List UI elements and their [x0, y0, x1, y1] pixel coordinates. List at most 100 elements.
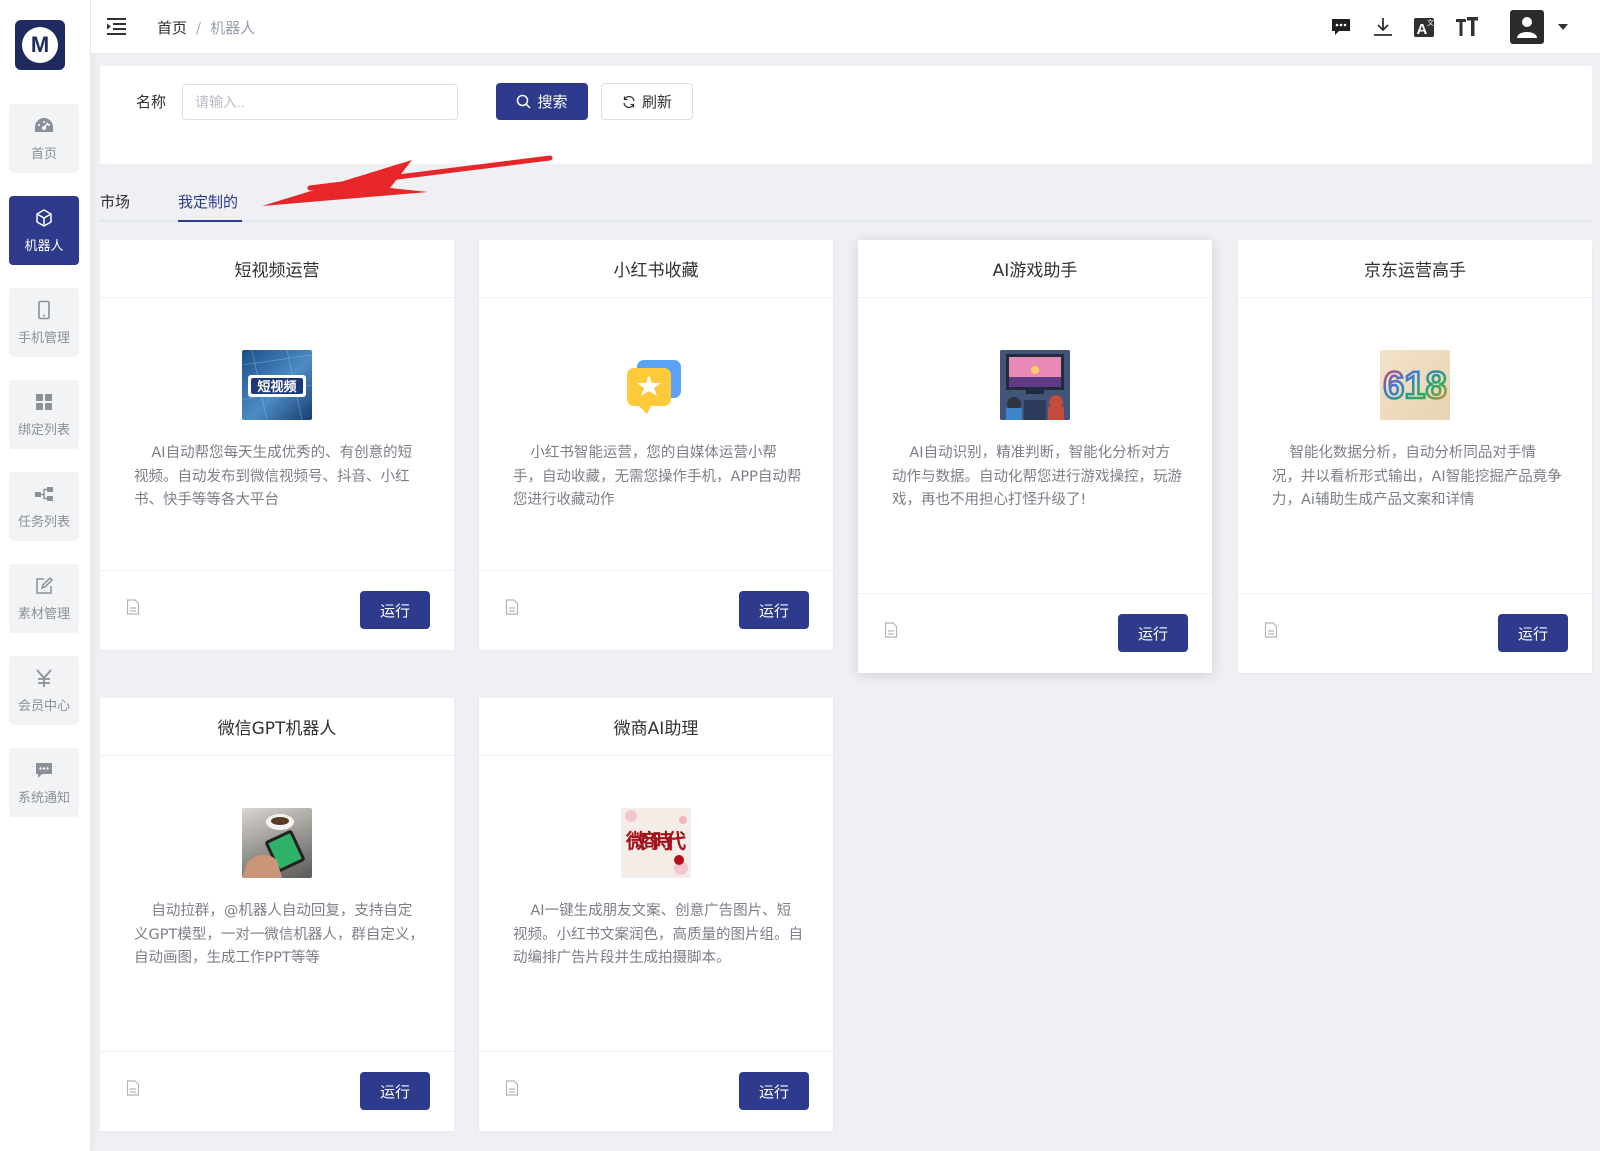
sidebar-item-task-list[interactable]: 任务列表	[9, 472, 79, 541]
sidebar-item-label: 首页	[30, 147, 57, 162]
breadcrumb-current: 机器人	[210, 19, 256, 37]
run-button[interactable]: 运行	[360, 1072, 430, 1110]
tab-bar: 市场 我定制的	[100, 180, 1592, 222]
run-button[interactable]: 运行	[360, 591, 430, 629]
search-button-label: 搜索	[537, 93, 568, 111]
cube-icon	[33, 207, 55, 229]
robot-card: 微信GPT机器人 自动拉群，@机器人自动回复，支持自定义GPT模型，一对一微信机…	[100, 698, 454, 1131]
run-button[interactable]: 运行	[1118, 614, 1188, 652]
run-button[interactable]: 运行	[739, 1072, 809, 1110]
menu-toggle-icon[interactable]	[107, 17, 127, 35]
document-icon[interactable]	[505, 1080, 519, 1096]
run-button[interactable]: 运行	[739, 591, 809, 629]
robot-card: 京东运营高手 618 智能化数据分析，自动分析同品对手情况，并以看析形式输出，A…	[1238, 240, 1592, 673]
robot-card: 微商AI助理 微商時代 AI一键生成朋友文案、创意广告图片、短视频。小红书文案润…	[479, 698, 833, 1131]
card-title: 微商AI助理	[479, 698, 833, 756]
chevron-down-icon[interactable]	[1558, 24, 1568, 30]
card-description: AI自动帮您每天生成优秀的、有创意的短视频。自动发布到微信视频号、抖音、小红书、…	[134, 445, 413, 508]
document-icon[interactable]	[884, 622, 898, 638]
sidebar-item-label: 机器人	[24, 239, 64, 254]
document-icon[interactable]	[126, 1080, 140, 1096]
flow-icon	[33, 483, 55, 505]
card-description: 智能化数据分析，自动分析同品对手情况，并以看析形式输出，AI智能挖掘产品竟争力，…	[1272, 445, 1562, 508]
svg-text:A: A	[1417, 21, 1428, 38]
card-footer: 运行	[1238, 593, 1592, 673]
tab-market[interactable]: 市场	[100, 191, 130, 212]
card-footer: 运行	[479, 1051, 833, 1131]
card-footer: 运行	[100, 570, 454, 650]
download-icon[interactable]	[1370, 14, 1396, 40]
document-icon[interactable]	[505, 599, 519, 615]
logo-letter: M	[22, 27, 58, 63]
search-input[interactable]	[182, 84, 458, 120]
card-description: AI一键生成朋友文案、创意广告图片、短视频。小红书文案润色，高质量的图片组。自动…	[513, 903, 803, 966]
card-title: AI游戏助手	[858, 240, 1212, 298]
sidebar-item-label: 系统通知	[17, 791, 70, 806]
sidebar: M 首页 机器人 手机管理 绑定列表 任务列表 素材管理 会员中心 系统通知	[0, 0, 91, 1151]
short-video-thumbnail: 短视频	[242, 350, 312, 420]
card-description: 自动拉群，@机器人自动回复，支持自定义GPT模型，一对一微信机器人，群自定义，自…	[134, 903, 424, 966]
sidebar-item-home[interactable]: 首页	[9, 104, 79, 173]
card-title: 短视频运营	[100, 240, 454, 298]
chat-icon[interactable]	[1328, 14, 1354, 40]
edit-icon	[33, 575, 55, 597]
sidebar-item-label: 任务列表	[17, 515, 70, 530]
breadcrumb-separator: /	[196, 19, 202, 37]
card-title: 微信GPT机器人	[100, 698, 454, 756]
search-icon	[517, 94, 532, 109]
sidebar-item-phone[interactable]: 手机管理	[9, 288, 79, 357]
breadcrumb-home[interactable]: 首页	[157, 19, 187, 37]
618-thumbnail: 618	[1380, 350, 1450, 420]
weishang-calligraphy-thumbnail: 微商時代	[621, 808, 691, 878]
yen-icon	[33, 667, 55, 689]
document-icon[interactable]	[1264, 622, 1278, 638]
translate-icon[interactable]: A文	[1412, 14, 1438, 40]
search-button[interactable]: 搜索	[496, 83, 588, 120]
sidebar-item-materials[interactable]: 素材管理	[9, 564, 79, 633]
game-players-thumbnail	[1000, 350, 1070, 420]
refresh-button[interactable]: 刷新	[601, 83, 693, 120]
tab-my-custom[interactable]: 我定制的	[178, 191, 238, 212]
card-title: 小红书收藏	[479, 240, 833, 298]
card-footer: 运行	[100, 1051, 454, 1131]
svg-text:文: 文	[1427, 18, 1434, 27]
sidebar-item-label: 绑定列表	[17, 423, 70, 438]
header-toolbar: A文	[1328, 10, 1600, 44]
active-tab-indicator	[178, 220, 242, 222]
user-avatar-icon[interactable]	[1510, 10, 1544, 44]
sidebar-item-notifications[interactable]: 系统通知	[9, 748, 79, 817]
document-icon[interactable]	[126, 599, 140, 615]
thumbnail-text: 微商時代	[625, 829, 686, 853]
sidebar-item-label: 素材管理	[17, 607, 70, 622]
thumbnail-text: 618	[1383, 365, 1446, 407]
search-label: 名称	[136, 93, 167, 111]
card-title: 京东运营高手	[1238, 240, 1592, 298]
card-footer: 运行	[479, 570, 833, 650]
robot-card: AI游戏助手 AI自动识别，精准判断，智能化分析对方动作与数据。自动化帮您进行游…	[858, 240, 1212, 673]
card-footer: 运行	[858, 593, 1212, 673]
sidebar-item-label: 手机管理	[17, 331, 70, 346]
breadcrumb: 首页 / 机器人	[157, 17, 255, 38]
grid-icon	[33, 391, 55, 413]
sidebar-item-robot[interactable]: 机器人	[9, 196, 79, 265]
robot-card: 小红书收藏 小红书智能运营，您的自媒体运营小帮手，自动收藏，无需您操作手机，AP…	[479, 240, 833, 650]
refresh-button-label: 刷新	[641, 93, 672, 111]
search-panel: 名称 搜索 刷新	[100, 66, 1592, 164]
message-icon	[33, 759, 55, 781]
dashboard-icon	[33, 115, 55, 137]
thumbnail-text: 短视频	[257, 379, 296, 395]
refresh-icon	[623, 95, 635, 108]
sidebar-item-membership[interactable]: 会员中心	[9, 656, 79, 725]
robot-card: 短视频运营 短视频 AI自动帮您每天生成优秀的、有创意的短视频。自动发布到微信视…	[100, 240, 454, 650]
sidebar-item-bind-list[interactable]: 绑定列表	[9, 380, 79, 449]
phone-coffee-thumbnail	[242, 808, 312, 878]
run-button[interactable]: 运行	[1498, 614, 1568, 652]
card-description: 小红书智能运营，您的自媒体运营小帮手，自动收藏，无需您操作手机，APP自动帮您进…	[513, 445, 802, 508]
font-size-icon[interactable]	[1454, 14, 1480, 40]
card-description: AI自动识别，精准判断，智能化分析对方动作与数据。自动化帮您进行游戏操控，玩游戏…	[892, 445, 1182, 508]
app-logo[interactable]: M	[15, 20, 65, 70]
star-favorite-thumbnail	[621, 350, 691, 420]
top-bar: 首页 / 机器人 A文	[91, 0, 1600, 54]
phone-icon	[33, 299, 55, 321]
sidebar-item-label: 会员中心	[17, 699, 70, 714]
